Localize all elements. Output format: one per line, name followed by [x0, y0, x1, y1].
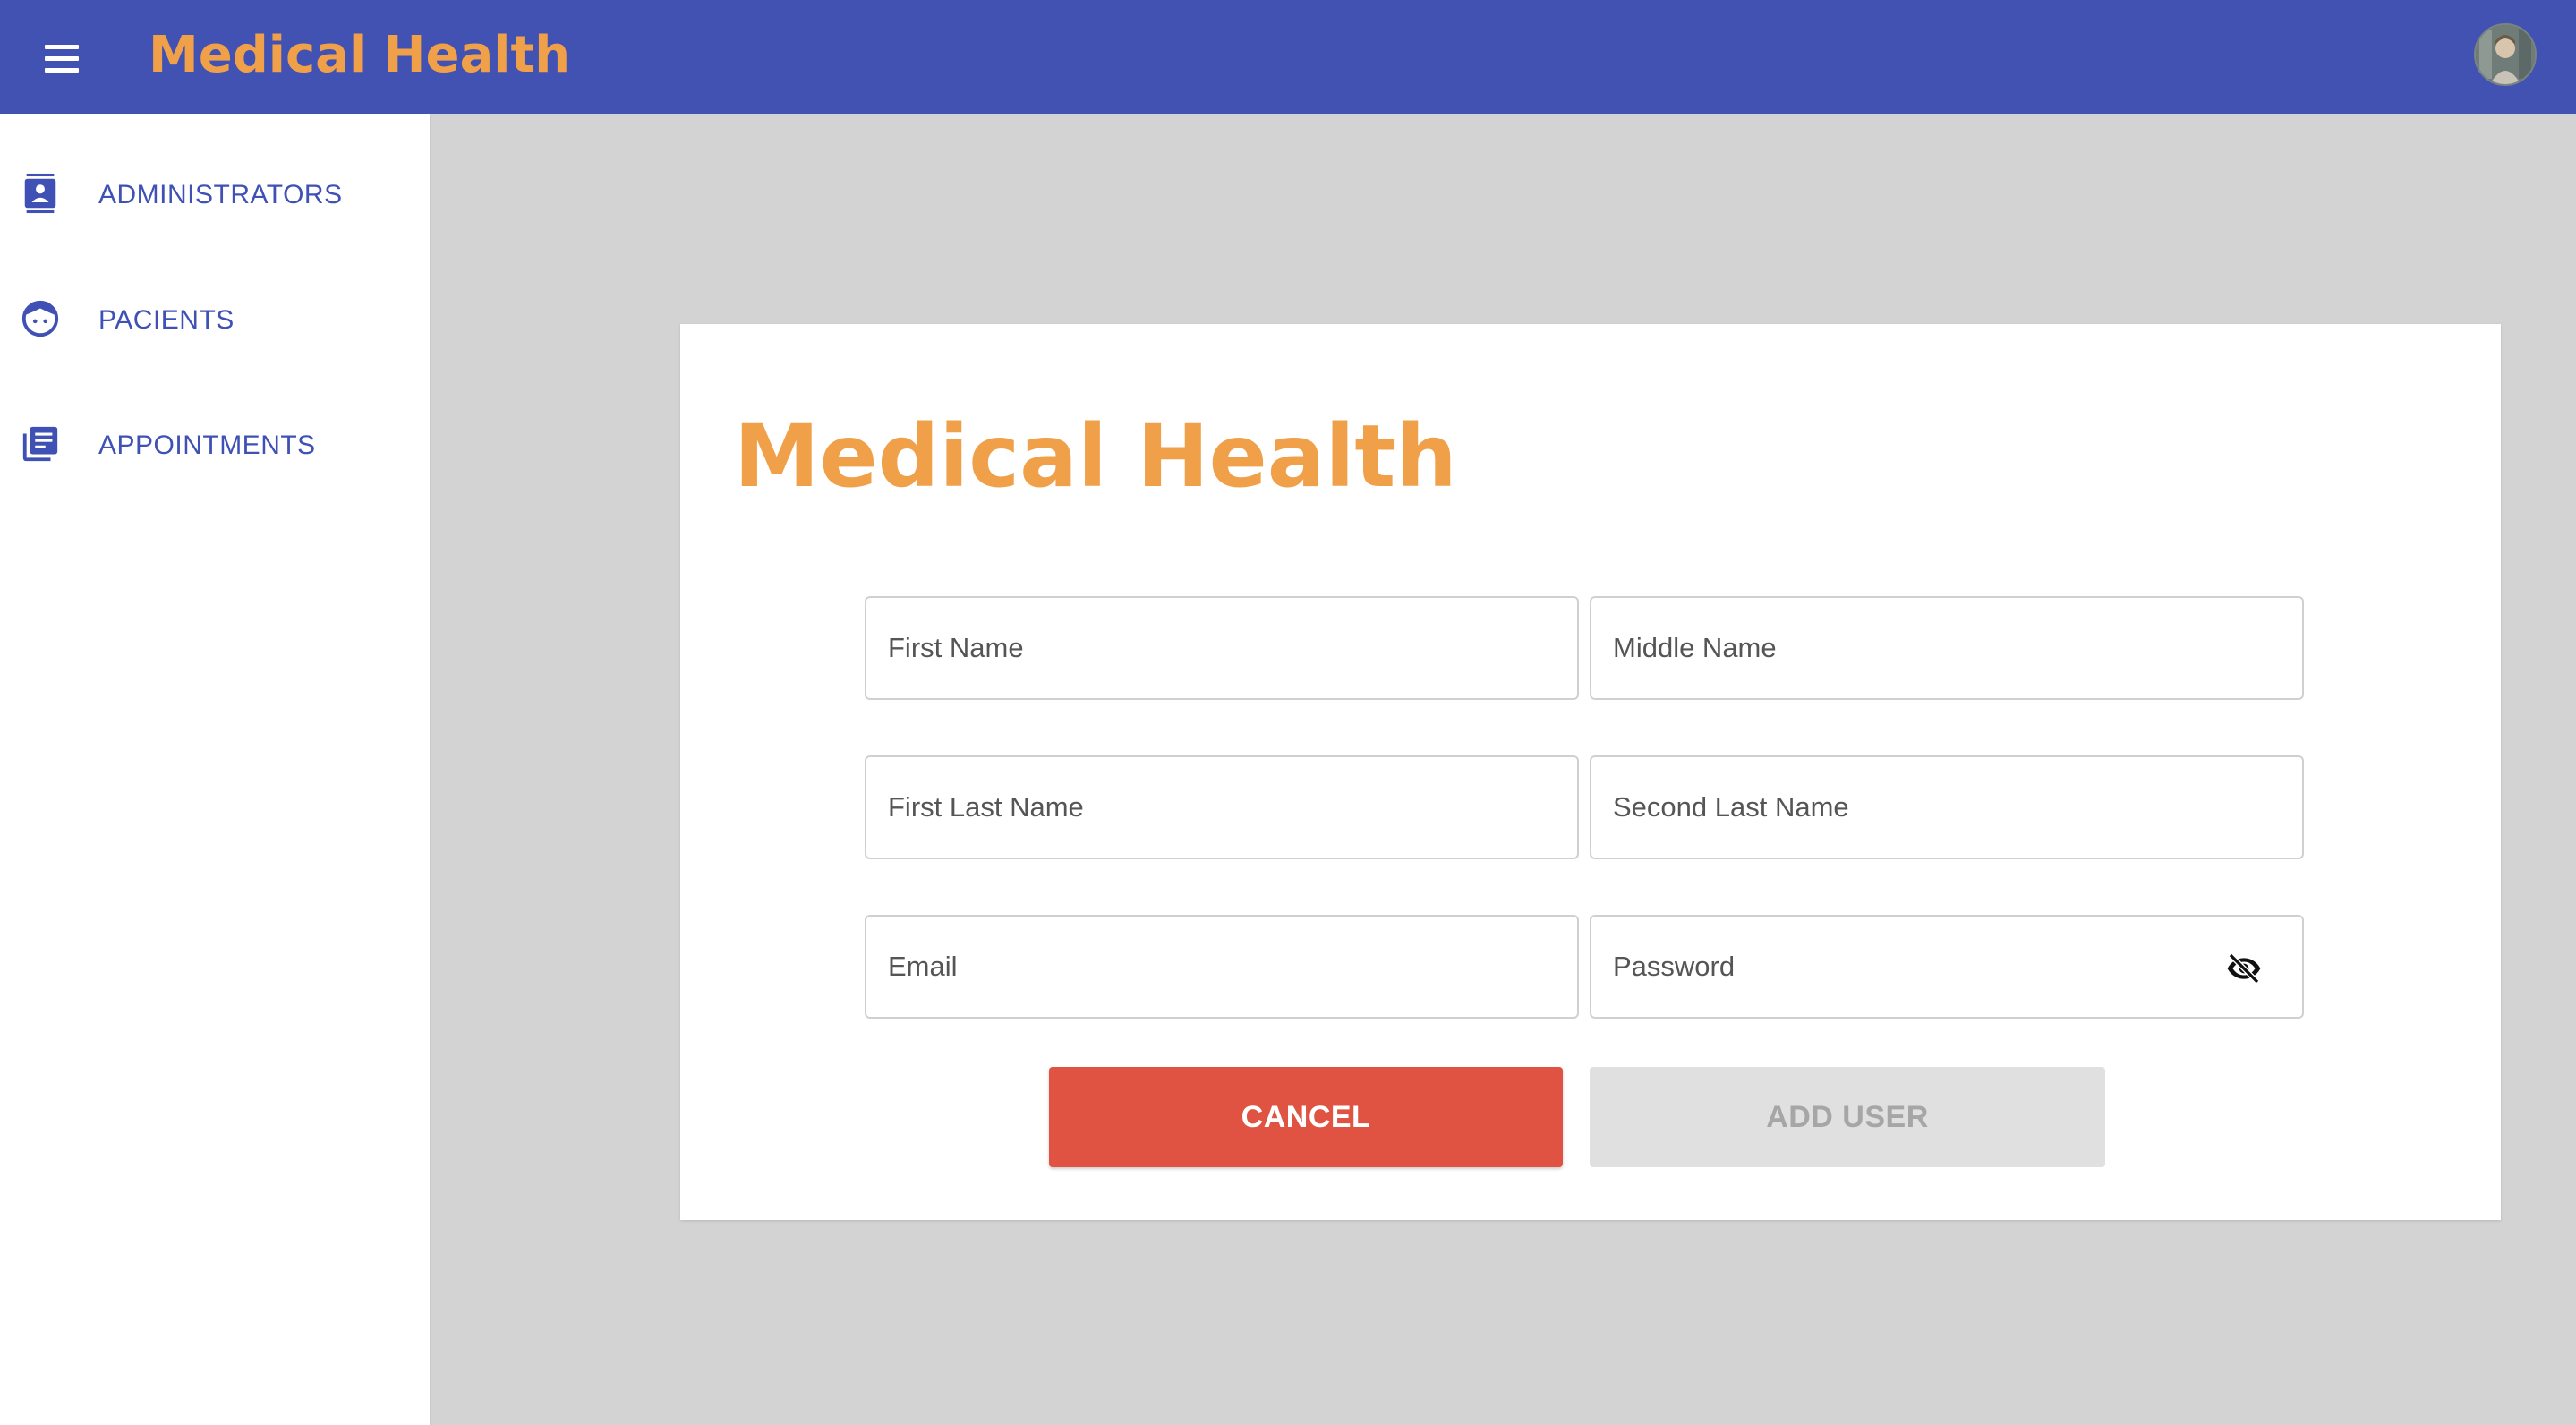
password-input[interactable]	[1591, 917, 2302, 1017]
app-header: Medical Health	[0, 0, 2576, 114]
library-books-icon	[22, 426, 58, 462]
app-title: Medical Health	[149, 26, 571, 84]
sidebar-item-label: APPOINTMENTS	[98, 431, 316, 460]
middle-name-input[interactable]	[1591, 598, 2302, 698]
email-input[interactable]	[866, 917, 1577, 1017]
first-last-name-input[interactable]	[866, 757, 1577, 858]
email-field[interactable]	[865, 915, 1579, 1019]
sidebar: ADMINISTRATORS PACIENTS APPOINTMENTS	[0, 114, 431, 1425]
second-last-name-field[interactable]	[1590, 755, 2304, 859]
password-field[interactable]	[1590, 915, 2304, 1019]
form-title: Medical Health	[734, 406, 1457, 507]
sidebar-item-label: PACIENTS	[98, 305, 235, 335]
face-icon	[21, 300, 59, 337]
sidebar-item-pacients[interactable]: PACIENTS	[0, 273, 430, 363]
visibility-off-icon[interactable]	[2223, 951, 2265, 986]
add-user-button[interactable]: ADD USER	[1590, 1067, 2105, 1167]
sidebar-item-appointments[interactable]: APPOINTMENTS	[0, 398, 430, 488]
sidebar-item-administrators[interactable]: ADMINISTRATORS	[0, 148, 430, 237]
middle-name-field[interactable]	[1590, 596, 2304, 700]
second-last-name-input[interactable]	[1591, 757, 2302, 858]
first-last-name-field[interactable]	[865, 755, 1579, 859]
first-name-input[interactable]	[866, 598, 1577, 698]
hamburger-menu-icon[interactable]	[39, 39, 84, 75]
sidebar-item-label: ADMINISTRATORS	[98, 180, 343, 209]
user-avatar[interactable]	[2474, 23, 2537, 86]
add-user-card: Medical Health CANCEL ADD USER	[680, 324, 2501, 1220]
contact-card-icon	[24, 173, 56, 214]
first-name-field[interactable]	[865, 596, 1579, 700]
cancel-button[interactable]: CANCEL	[1049, 1067, 1563, 1167]
